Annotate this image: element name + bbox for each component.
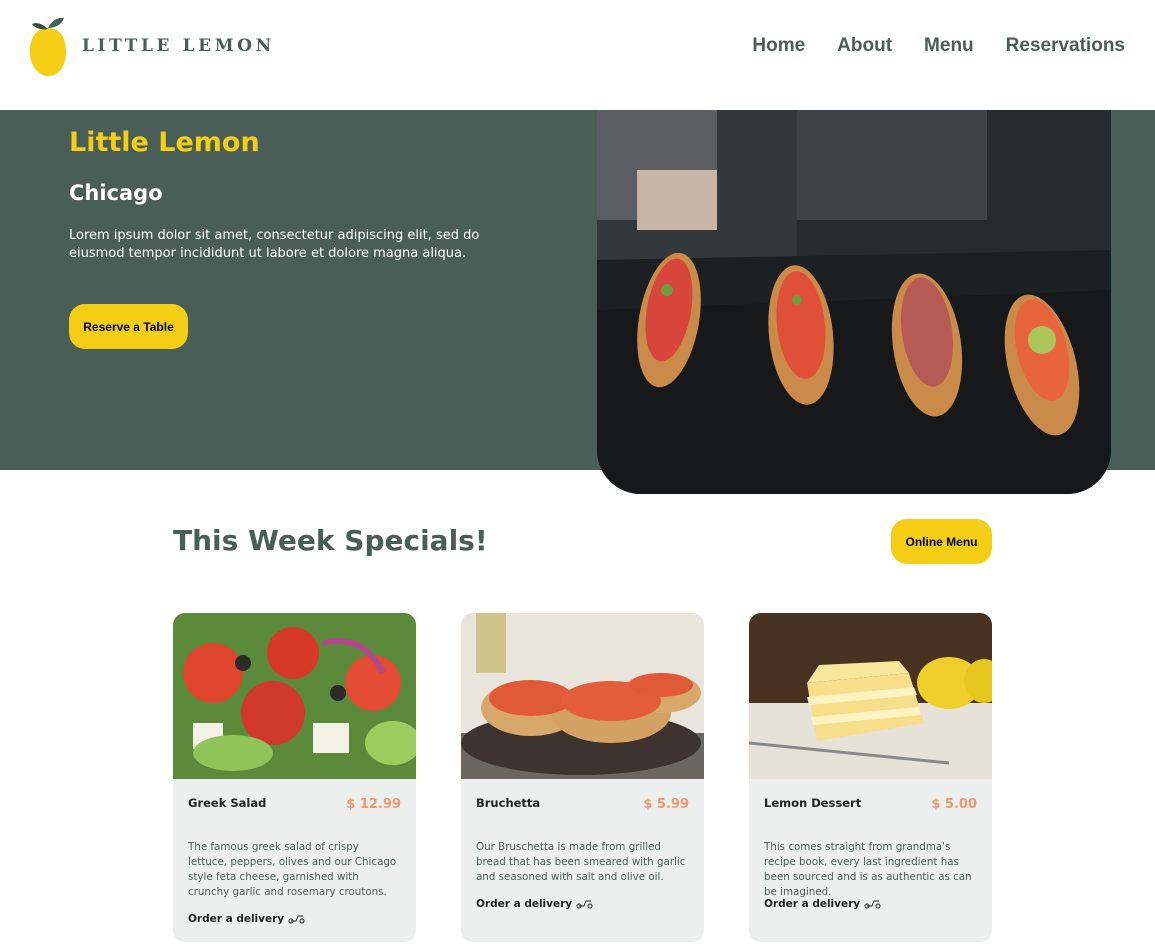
nav-reservations[interactable]: Reservations — [1006, 35, 1125, 57]
order-delivery-link[interactable]: Order a delivery — [188, 913, 306, 925]
greek-salad-image — [173, 613, 416, 779]
logo-text: LITTLE LEMON — [82, 36, 275, 56]
card-price: $ 5.99 — [643, 797, 689, 812]
nav-about[interactable]: About — [837, 35, 892, 57]
order-label: Order a delivery — [188, 913, 285, 925]
scooter-icon — [864, 900, 881, 909]
lemon-icon — [29, 17, 67, 77]
hero-image — [597, 110, 1111, 494]
order-delivery-link[interactable]: Order a delivery — [764, 898, 882, 910]
card-title: Greek Salad — [188, 796, 267, 810]
card-description: Our Bruschetta is made from grilled brea… — [476, 841, 686, 883]
main-nav: Home About Menu Reservations — [752, 35, 1125, 57]
scooter-icon — [576, 900, 593, 909]
site-header: LITTLE LEMON Home About Menu Reservation… — [0, 0, 1155, 110]
card-title: Lemon Dessert — [764, 796, 862, 810]
card-description: The famous greek salad of crispy lettuce… — [188, 841, 397, 898]
hero-title: Little Lemon — [69, 127, 260, 158]
scooter-icon — [288, 915, 305, 924]
card-description: This comes straight from grandma's recip… — [764, 841, 972, 898]
hero-city: Chicago — [69, 181, 163, 205]
bruchetta-image — [461, 613, 704, 779]
logo[interactable]: LITTLE LEMON — [28, 14, 275, 78]
special-card-bruchetta[interactable]: Bruchetta $ 5.99 Our Bruschetta is made … — [461, 613, 704, 942]
card-price: $ 5.00 — [931, 797, 977, 812]
order-label: Order a delivery — [476, 898, 573, 910]
nav-home[interactable]: Home — [752, 35, 805, 57]
special-card-greek-salad[interactable]: Greek Salad $ 12.99 The famous greek sal… — [173, 613, 416, 942]
reserve-table-button[interactable]: Reserve a Table — [69, 304, 188, 349]
lemon-dessert-image — [749, 613, 992, 779]
card-price: $ 12.99 — [346, 797, 401, 812]
special-card-lemon-dessert[interactable]: Lemon Dessert $ 5.00 This comes straight… — [749, 613, 992, 942]
hero-description: Lorem ipsum dolor sit amet, consectetur … — [69, 228, 480, 261]
online-menu-button[interactable]: Online Menu — [891, 519, 992, 564]
order-label: Order a delivery — [764, 898, 861, 910]
specials-title: This Week Specials! — [173, 524, 488, 557]
order-delivery-link[interactable]: Order a delivery — [476, 898, 594, 910]
card-title: Bruchetta — [476, 796, 541, 810]
nav-menu[interactable]: Menu — [924, 35, 974, 57]
